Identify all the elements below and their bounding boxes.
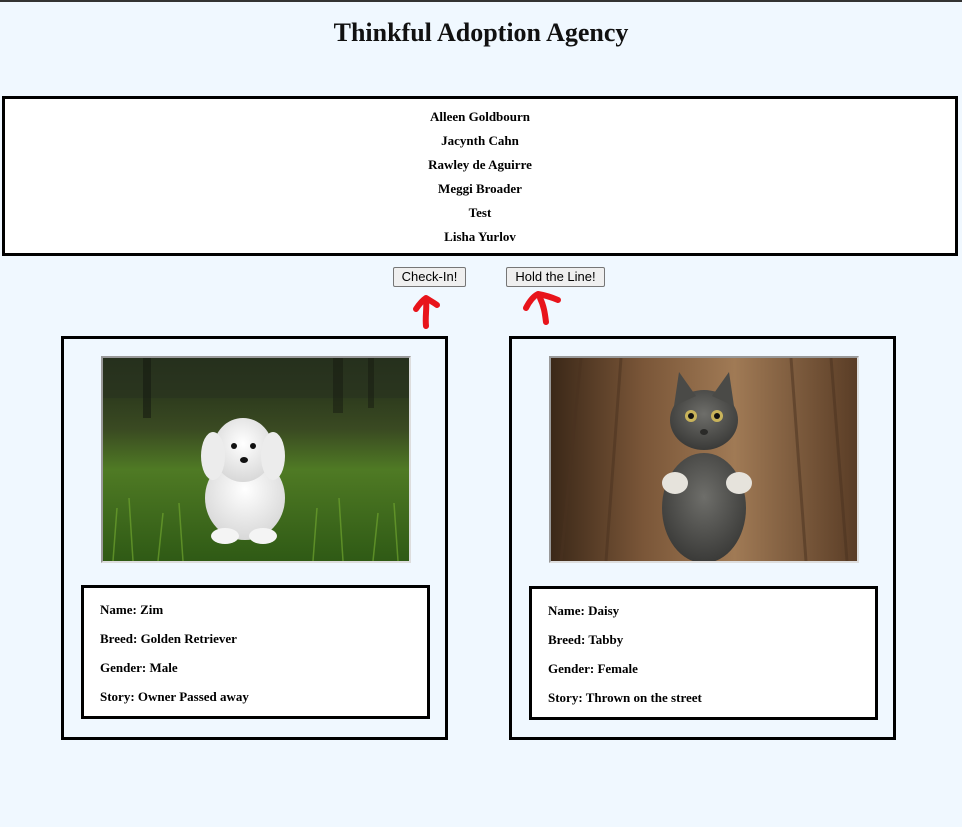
queue-person: Alleen Goldbourn xyxy=(429,109,531,124)
pet-card-cat: Name: Daisy Breed: Tabby Gender: Female … xyxy=(509,336,896,740)
queue-person: Jacynth Cahn xyxy=(441,133,519,148)
pet-breed-row: Breed: Golden Retriever xyxy=(100,631,237,647)
annotation-arrow-icon xyxy=(523,291,561,325)
hold-the-line-button[interactable]: Hold the Line! xyxy=(506,267,605,287)
story-label: Story: xyxy=(548,690,583,705)
pet-name: Zim xyxy=(140,602,164,617)
pet-card-dog: Name: Zim Breed: Golden Retriever Gender… xyxy=(61,336,448,740)
page-title: Thinkful Adoption Agency xyxy=(333,18,629,47)
pet-name-row: Name: Daisy xyxy=(548,603,619,619)
queue-list: Alleen Goldbourn Jacynth Cahn Rawley de … xyxy=(5,99,955,249)
name-label: Name: xyxy=(100,602,137,617)
queue-person: Meggi Broader xyxy=(438,181,522,196)
pet-gender-row: Gender: Female xyxy=(548,661,638,677)
pet-story: Owner Passed away xyxy=(137,689,249,704)
check-in-button[interactable]: Check-In! xyxy=(393,267,466,287)
top-border xyxy=(0,0,962,2)
story-label: Story: xyxy=(100,689,135,704)
pet-breed: Golden Retriever xyxy=(140,631,237,646)
dog-image-icon xyxy=(103,358,409,561)
pet-story-row: Story: Thrown on the street xyxy=(548,690,702,706)
dog-photo xyxy=(101,356,411,563)
pet-info-box: Name: Daisy Breed: Tabby Gender: Female … xyxy=(529,586,878,720)
pet-name-row: Name: Zim xyxy=(100,602,163,618)
pet-gender-row: Gender: Male xyxy=(100,660,178,676)
pet-info-box: Name: Zim Breed: Golden Retriever Gender… xyxy=(81,585,430,719)
name-label: Name: xyxy=(548,603,585,618)
pet-name: Daisy xyxy=(588,603,620,618)
queue-person: Test xyxy=(468,205,492,220)
pet-breed: Tabby xyxy=(588,632,624,647)
gender-label: Gender: xyxy=(548,661,595,676)
pet-gender: Male xyxy=(149,660,178,675)
pet-story-row: Story: Owner Passed away xyxy=(100,689,249,705)
people-queue: Alleen Goldbourn Jacynth Cahn Rawley de … xyxy=(2,96,958,256)
breed-label: Breed: xyxy=(548,632,586,647)
pet-breed-row: Breed: Tabby xyxy=(548,632,623,648)
queue-person: Rawley de Aguirre xyxy=(428,157,532,172)
breed-label: Breed: xyxy=(100,631,138,646)
pet-story: Thrown on the street xyxy=(585,690,702,705)
queue-person: Lisha Yurlov xyxy=(444,229,516,244)
pet-gender: Female xyxy=(597,661,638,676)
gender-label: Gender: xyxy=(100,660,147,675)
annotation-arrow-icon xyxy=(413,295,440,329)
cat-photo xyxy=(549,356,859,563)
cat-image-icon xyxy=(551,358,857,561)
